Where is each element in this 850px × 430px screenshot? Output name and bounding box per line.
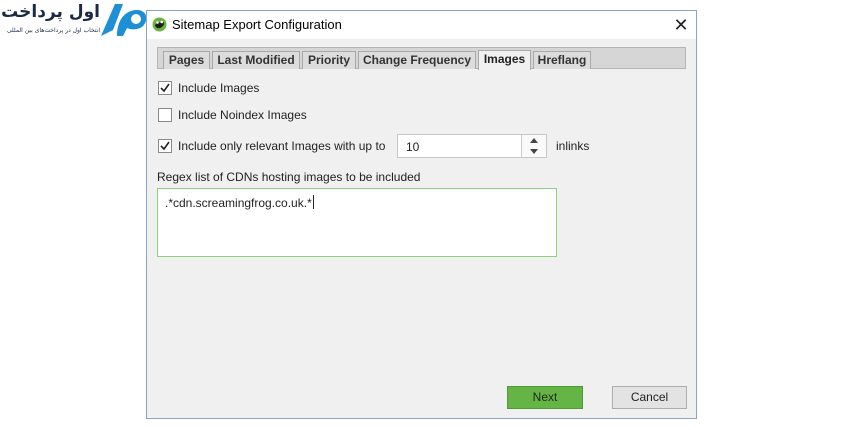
cancel-button[interactable]: Cancel: [612, 386, 687, 409]
checkmark-icon: [160, 83, 170, 93]
spinner-down-button[interactable]: [521, 146, 546, 157]
title-bar: Sitemap Export Configuration ✕: [147, 11, 696, 39]
chevron-up-icon: [530, 138, 538, 143]
include-noindex-images-checkbox[interactable]: [158, 108, 172, 122]
window-title: Sitemap Export Configuration: [172, 17, 342, 32]
include-images-label[interactable]: Include Images: [178, 81, 259, 95]
inlinks-spinner[interactable]: 10: [397, 134, 547, 158]
frog-app-icon: [152, 17, 167, 32]
logo-mark-icon: [101, 4, 147, 36]
inlinks-value[interactable]: 10: [406, 140, 419, 154]
tab-images[interactable]: Images: [478, 50, 531, 70]
regex-textarea[interactable]: .*cdn.screamingfrog.co.uk.*: [157, 188, 557, 257]
tab-last-modified[interactable]: Last Modified: [212, 51, 300, 69]
logo-persian-tagline: انتخاب اول در پرداخت‌های بین المللی: [6, 27, 100, 34]
sitemap-export-dialog: Sitemap Export Configuration ✕ Pages Las…: [146, 10, 697, 419]
tab-hreflang[interactable]: Hreflang: [533, 51, 591, 69]
regex-value[interactable]: .*cdn.screamingfrog.co.uk.*: [165, 195, 314, 210]
tab-priority[interactable]: Priority: [302, 51, 356, 69]
include-noindex-images-label[interactable]: Include Noindex Images: [178, 108, 307, 122]
close-button[interactable]: ✕: [666, 11, 696, 39]
text-caret: [312, 195, 314, 209]
next-button[interactable]: Next: [507, 386, 583, 409]
tab-bar: Pages Last Modified Priority Change Freq…: [157, 47, 686, 70]
brand-logo: اول پرداخت انتخاب اول در پرداخت‌های بین …: [0, 0, 150, 42]
logo-persian-name: اول پرداخت: [1, 2, 100, 22]
relevant-images-label[interactable]: Include only relevant Images with up to: [178, 139, 385, 153]
close-icon[interactable]: ✕: [673, 15, 688, 36]
tab-change-frequency[interactable]: Change Frequency: [358, 51, 476, 69]
tab-pages[interactable]: Pages: [163, 51, 210, 69]
inlinks-suffix-label: inlinks: [556, 139, 590, 153]
regex-label: Regex list of CDNs hosting images to be …: [157, 170, 421, 184]
include-images-checkbox[interactable]: [158, 81, 172, 95]
chevron-down-icon: [530, 149, 538, 154]
relevant-images-checkbox[interactable]: [158, 139, 172, 153]
checkmark-icon: [160, 141, 170, 151]
